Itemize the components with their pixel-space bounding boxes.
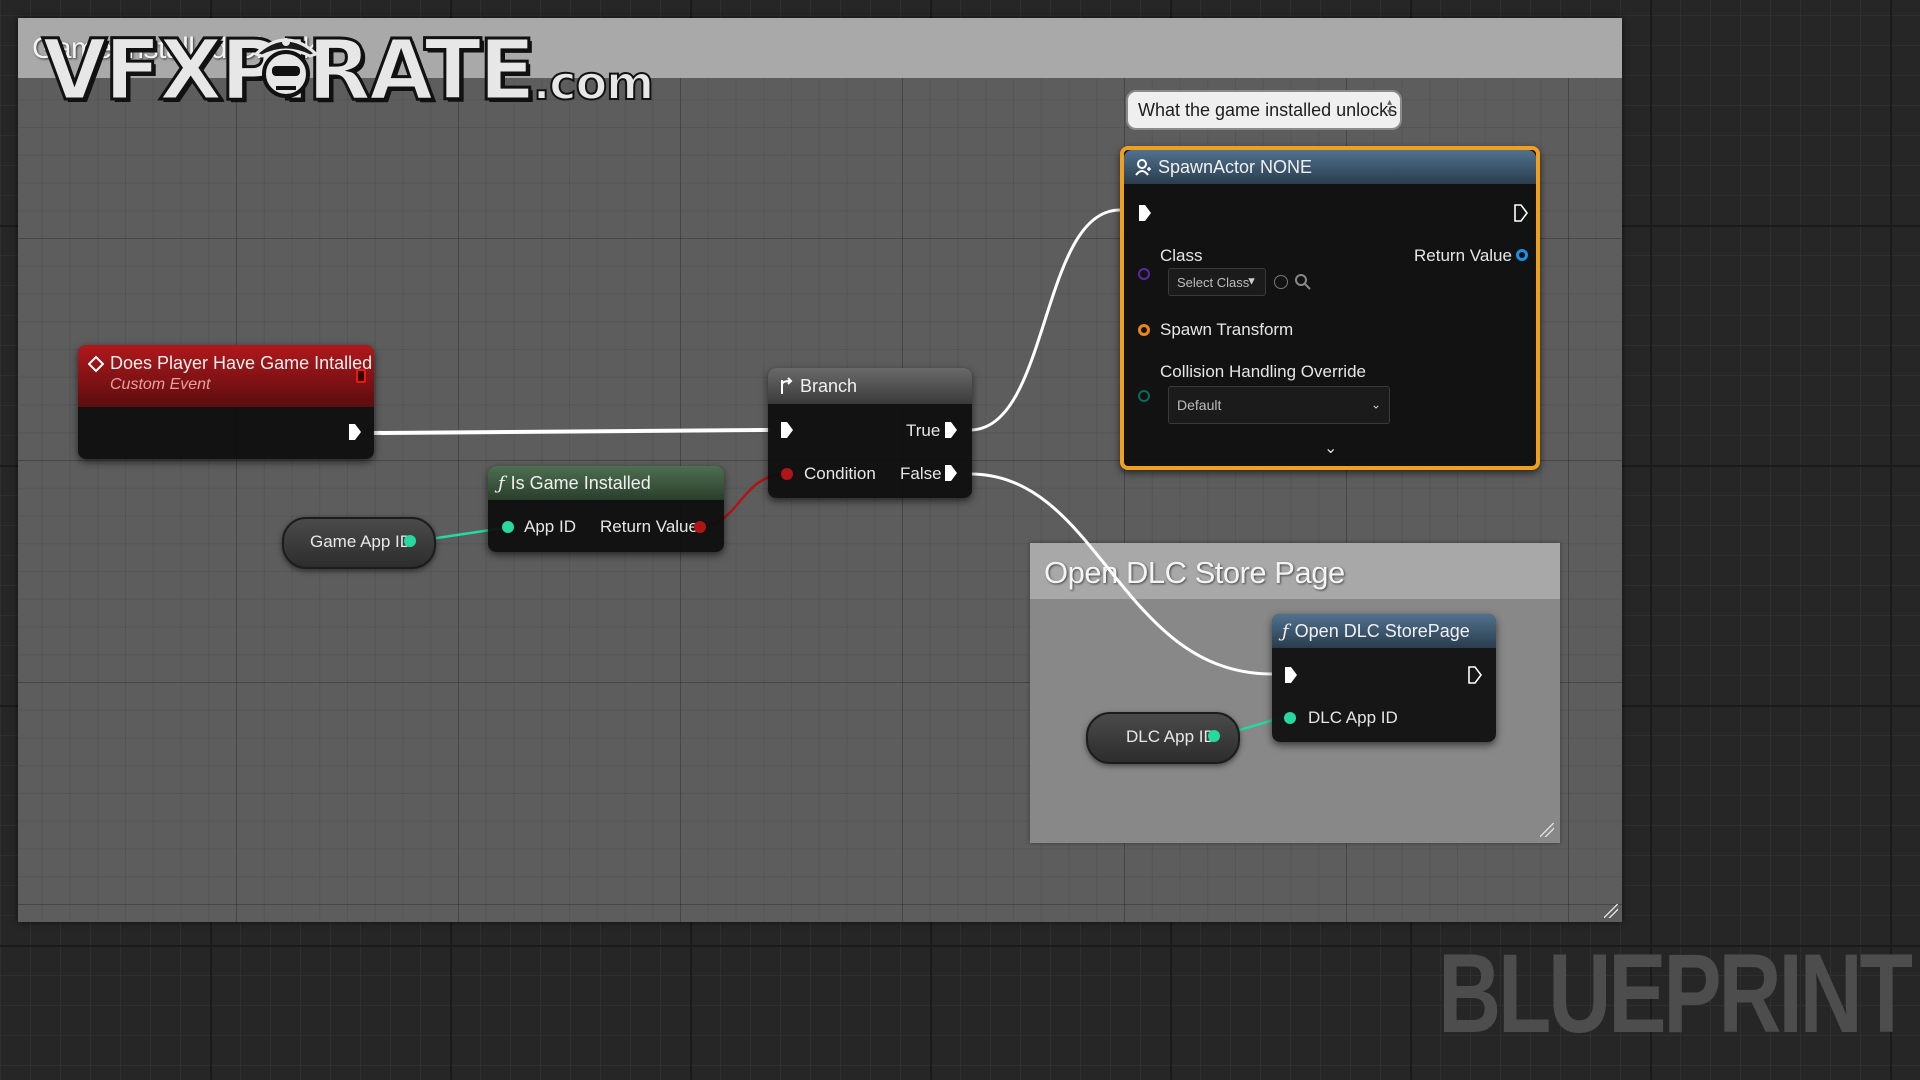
browse-search-icon[interactable]	[1294, 273, 1312, 291]
spawn-actor-header[interactable]: SpawnActor NONE	[1124, 150, 1536, 184]
spawn-transform-label: Spawn Transform	[1160, 320, 1294, 339]
collision-handling-value: Default	[1177, 397, 1222, 413]
spawn-transform-pin[interactable]	[1138, 324, 1150, 336]
custom-event-subtitle: Custom Event	[110, 376, 211, 393]
collision-handling-pin[interactable]	[1138, 390, 1150, 402]
dlc-app-id-output-pin[interactable]	[1208, 730, 1220, 742]
event-diamond-icon	[88, 355, 104, 372]
spawn-actor-title: SpawnActor NONE	[1158, 156, 1313, 177]
is-game-installed-title: Is Game Installed	[510, 472, 651, 493]
exec-wire-false-to-dlc	[969, 472, 1273, 676]
exec-wire-true-to-spawn	[969, 208, 1121, 432]
return-value-object-pin[interactable]	[1516, 249, 1528, 261]
node-branch[interactable]: Branch True Condition False	[768, 368, 972, 498]
app-id-input-label: App ID	[524, 517, 576, 536]
class-label: Class	[1160, 246, 1203, 265]
exec-out-pin-true[interactable]	[944, 421, 958, 439]
exec-out-pin-dlc[interactable]	[1468, 666, 1482, 684]
branch-icon	[781, 377, 793, 394]
dlc-app-id-input-label: DLC App ID	[1308, 708, 1398, 727]
return-value-label: Return Value	[1414, 246, 1512, 265]
exec-out-pin-event[interactable]	[348, 423, 362, 441]
node-is-game-installed[interactable]: ƒ Is Game Installed App ID Return Value	[488, 466, 724, 552]
collision-handling-label: Collision Handling Override	[1160, 362, 1366, 381]
spawn-actor-icon	[1135, 159, 1151, 176]
function-icon: ƒ	[498, 472, 505, 494]
exec-in-pin-branch[interactable]	[780, 421, 794, 439]
comment-bubble-text: What the game installed unlocks	[1138, 99, 1398, 120]
select-class-value: Select Class	[1177, 274, 1250, 290]
bubble-pin-icon[interactable]: ▴ ▾	[1387, 98, 1392, 118]
branch-title: Branch	[800, 375, 858, 396]
var-dlc-app-id[interactable]: DLC App ID	[1086, 712, 1240, 764]
use-selected-icon[interactable]	[1274, 275, 1288, 289]
custom-event-title: Does Player Have Game Intalled	[110, 353, 373, 373]
game-app-id-output-pin[interactable]	[404, 535, 416, 547]
dlc-app-id-input-pin[interactable]	[1284, 712, 1296, 724]
class-input-pin[interactable]	[1138, 268, 1150, 280]
exec-out-pin-spawn[interactable]	[1514, 204, 1528, 222]
condition-label: Condition	[804, 464, 876, 483]
app-id-input-pin[interactable]	[502, 521, 514, 533]
node-spawn-actor[interactable]: SpawnActor NONE Class Select Class ▼ Ret…	[1120, 146, 1540, 470]
expand-advanced-chevron-icon[interactable]: ⌄	[1324, 438, 1337, 458]
comment-bubble[interactable]: What the game installed unlocks ▴ ▾	[1126, 90, 1402, 130]
select-class-dropdown[interactable]: Select Class ▼	[1168, 268, 1266, 296]
exec-out-pin-false[interactable]	[944, 464, 958, 482]
branch-false-label: False	[900, 464, 942, 483]
node-open-dlc-storepage[interactable]: ƒ Open DLC StorePage DLC App ID	[1272, 614, 1496, 742]
chevron-down-icon: ▼	[1246, 275, 1257, 288]
function-icon: ƒ	[1282, 620, 1289, 642]
exec-wire-event-to-branch	[372, 428, 771, 435]
exec-in-pin-dlc[interactable]	[1284, 666, 1298, 684]
return-value-bool-pin[interactable]	[694, 521, 706, 533]
custom-event-header[interactable]: Does Player Have Game Intalled Custom Ev…	[78, 345, 374, 407]
collision-handling-dropdown[interactable]: Default ⌄	[1168, 386, 1390, 424]
branch-true-label: True	[906, 421, 941, 440]
blueprint-watermark: BLUEPRINT	[1438, 931, 1913, 1056]
exec-in-pin-spawn[interactable]	[1138, 204, 1152, 222]
open-dlc-storepage-title: Open DLC StorePage	[1294, 620, 1470, 641]
open-dlc-storepage-header[interactable]: ƒ Open DLC StorePage	[1272, 614, 1496, 648]
event-delegate-pin[interactable]	[356, 369, 366, 383]
node-custom-event[interactable]: Does Player Have Game Intalled Custom Ev…	[78, 345, 374, 459]
branch-header[interactable]: Branch	[768, 368, 972, 404]
condition-input-pin[interactable]	[781, 468, 793, 480]
is-game-installed-header[interactable]: ƒ Is Game Installed	[488, 466, 724, 500]
var-game-app-id[interactable]: Game App ID	[282, 517, 436, 569]
chevron-down-icon: ⌄	[1370, 397, 1381, 412]
var-game-app-id-label: Game App ID	[310, 532, 413, 551]
var-dlc-app-id-label: DLC App ID	[1126, 727, 1216, 746]
return-value-output-label: Return Value	[600, 517, 698, 536]
